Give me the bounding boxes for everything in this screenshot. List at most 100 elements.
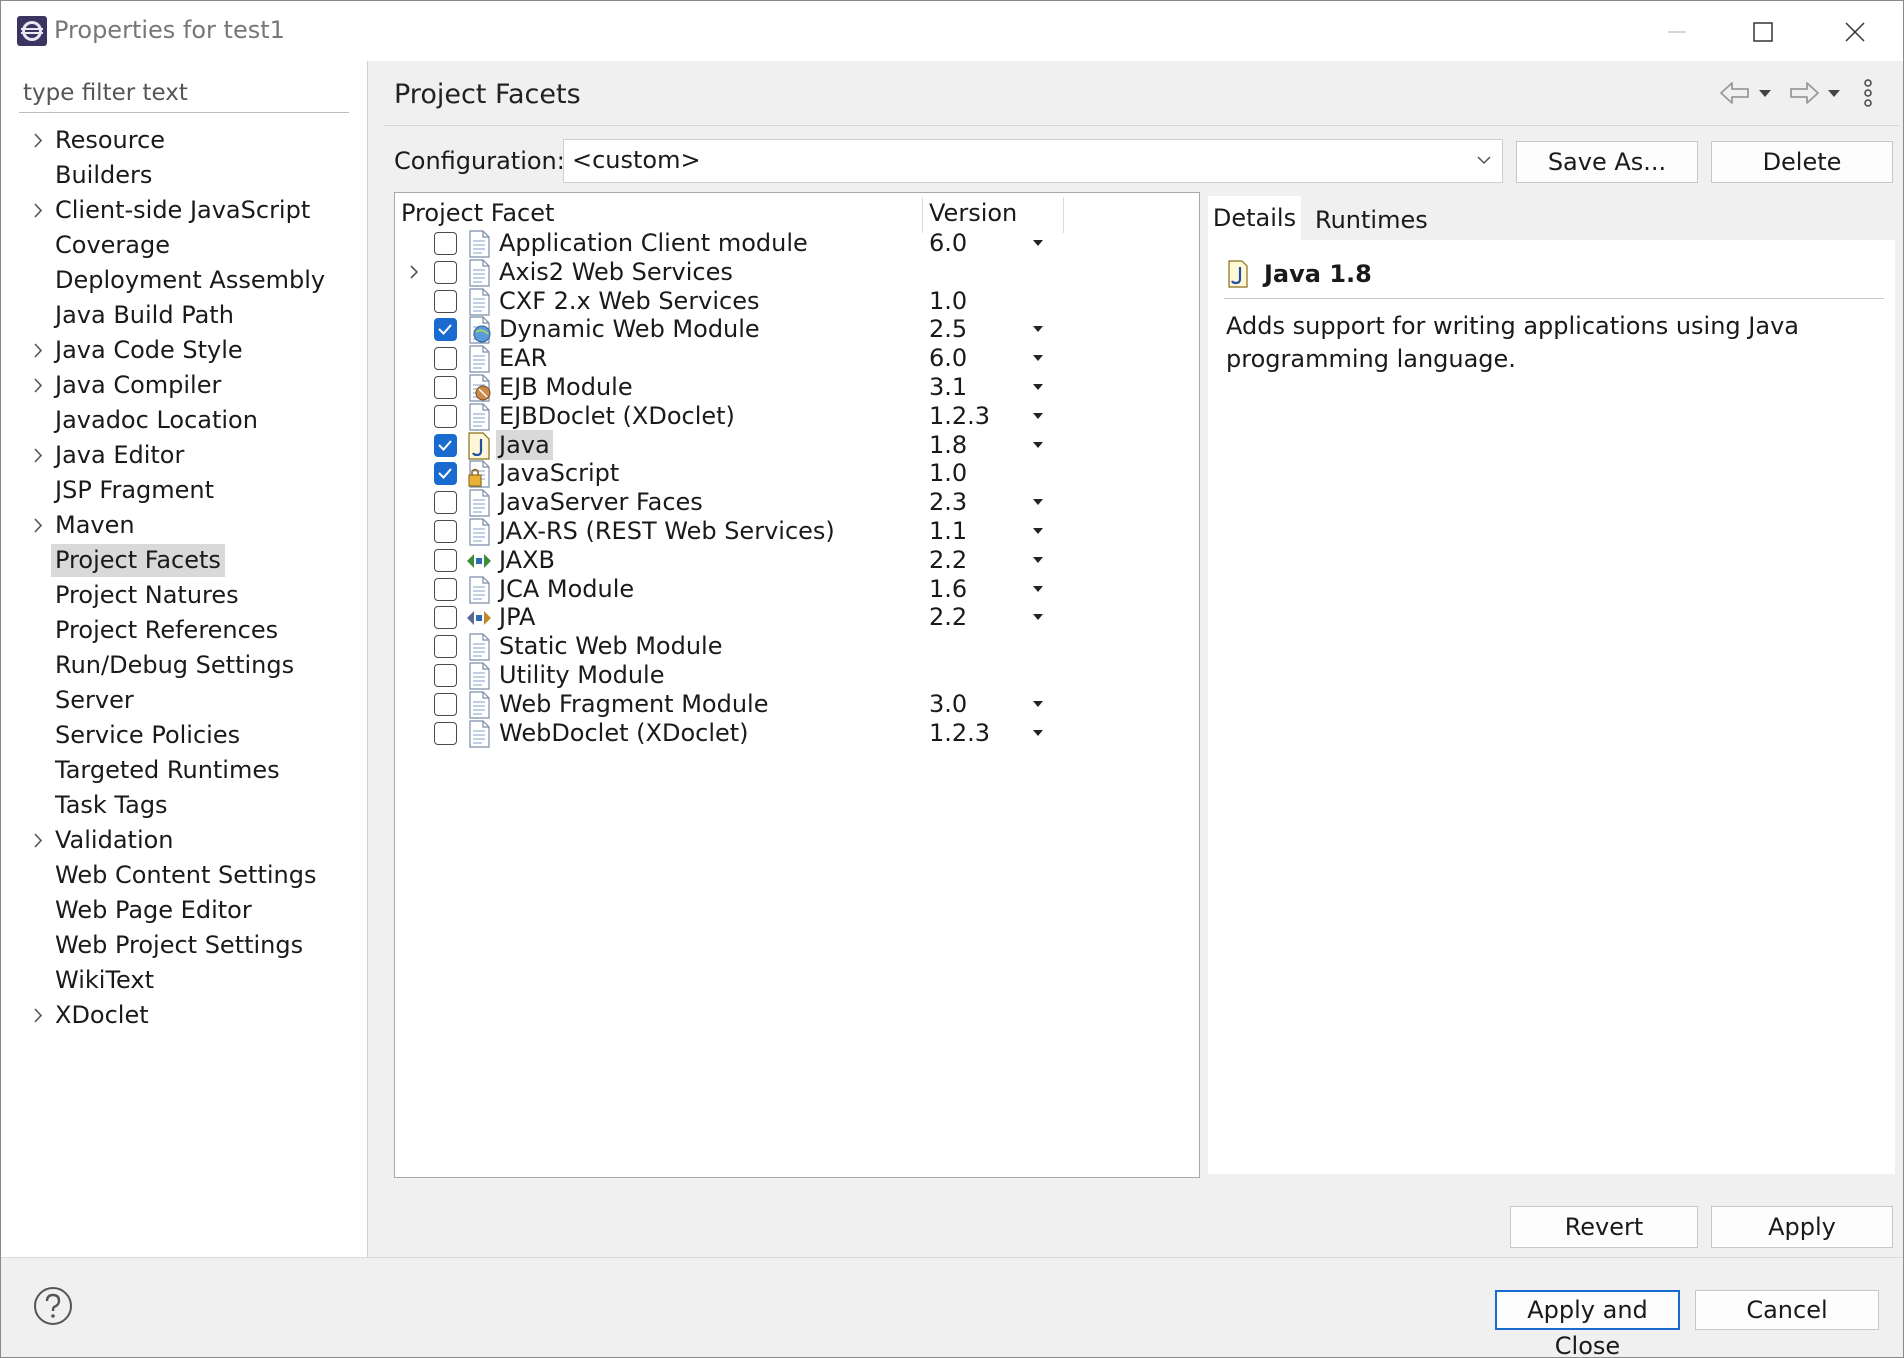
sidebar-item[interactable]: Javadoc Location (1, 403, 367, 438)
dropdown-arrow-icon[interactable] (1031, 440, 1045, 450)
chevron-right-icon[interactable] (29, 998, 47, 1033)
dropdown-arrow-icon[interactable] (1031, 353, 1045, 363)
apply-button[interactable]: Apply (1711, 1206, 1893, 1248)
sidebar-item[interactable]: Targeted Runtimes (1, 753, 367, 788)
view-menu-icon[interactable] (1860, 77, 1876, 109)
facet-checkbox[interactable] (434, 376, 457, 399)
facet-version[interactable]: 1.8 (929, 430, 967, 460)
sidebar-item[interactable]: Java Editor (1, 438, 367, 473)
facet-version[interactable]: 6.0 (929, 228, 967, 258)
dropdown-arrow-icon[interactable] (1031, 382, 1045, 392)
facet-checkbox[interactable] (434, 404, 457, 428)
facet-checkbox[interactable] (434, 318, 457, 342)
dropdown-arrow-icon[interactable] (1031, 555, 1045, 565)
sidebar-item[interactable]: Maven (1, 508, 367, 543)
tab-runtimes[interactable]: Runtimes (1315, 198, 1428, 242)
chevron-right-icon[interactable] (407, 263, 421, 281)
dropdown-arrow-icon[interactable] (1031, 584, 1045, 594)
sidebar-item[interactable]: Validation (1, 823, 367, 858)
dropdown-arrow-icon[interactable] (1031, 324, 1045, 334)
facet-version[interactable]: 1.1 (929, 516, 967, 546)
sidebar-item[interactable]: Project Natures (1, 578, 367, 613)
facet-checkbox[interactable] (434, 520, 457, 543)
back-arrow-icon[interactable] (1718, 77, 1752, 109)
sidebar-item[interactable]: WikiText (1, 963, 367, 998)
sidebar-item[interactable]: Web Content Settings (1, 858, 367, 893)
facet-version[interactable]: 2.5 (929, 314, 967, 344)
facet-version[interactable]: 1.2.3 (929, 718, 990, 748)
sidebar-item[interactable]: Service Policies (1, 718, 367, 753)
chevron-right-icon[interactable] (29, 508, 47, 543)
tab-details[interactable]: Details (1208, 196, 1301, 240)
facet-checkbox[interactable] (434, 260, 457, 284)
cancel-button[interactable]: Cancel (1695, 1290, 1879, 1330)
facet-checkbox[interactable] (434, 433, 457, 457)
maximize-button[interactable] (1723, 11, 1803, 53)
help-icon[interactable] (33, 1286, 73, 1326)
sidebar-item[interactable]: Server (1, 683, 367, 718)
sidebar-item[interactable]: Resource (1, 123, 367, 158)
facet-checkbox[interactable] (434, 462, 457, 486)
sidebar-item[interactable]: JSP Fragment (1, 473, 367, 508)
facet-checkbox[interactable] (434, 721, 457, 745)
sidebar-item[interactable]: Client-side JavaScript (1, 193, 367, 228)
sidebar-item[interactable]: Builders (1, 158, 367, 193)
dropdown-arrow-icon[interactable] (1031, 411, 1045, 421)
facet-checkbox[interactable] (434, 635, 457, 659)
facet-checkbox[interactable] (434, 491, 457, 515)
dropdown-arrow-icon[interactable] (1031, 238, 1045, 248)
dropdown-arrow-icon[interactable] (1031, 497, 1045, 507)
close-button[interactable] (1815, 11, 1895, 53)
chevron-right-icon[interactable] (29, 123, 47, 158)
facet-row[interactable]: WebDoclet (XDoclet) 1.2.3 (395, 716, 1195, 751)
facet-version[interactable]: 3.0 (929, 689, 967, 719)
apply-and-close-button[interactable]: Apply and Close (1495, 1290, 1680, 1357)
dropdown-arrow-icon[interactable] (1031, 728, 1045, 738)
chevron-right-icon[interactable] (29, 438, 47, 473)
facet-checkbox[interactable] (434, 289, 457, 313)
facet-version[interactable]: 2.2 (929, 545, 967, 575)
delete-button[interactable]: Delete (1711, 141, 1893, 183)
sidebar-item[interactable]: Task Tags (1, 788, 367, 823)
column-header-facet[interactable]: Project Facet (401, 199, 554, 227)
sidebar-item[interactable]: Web Page Editor (1, 893, 367, 928)
sidebar-item[interactable]: Project References (1, 613, 367, 648)
sidebar-item[interactable]: Java Code Style (1, 333, 367, 368)
sidebar-item[interactable]: Project Facets (1, 543, 367, 578)
facet-checkbox[interactable] (434, 692, 457, 716)
dropdown-arrow-icon[interactable] (1031, 612, 1045, 622)
sidebar-item[interactable]: Java Build Path (1, 298, 367, 333)
sidebar-item[interactable]: Java Compiler (1, 368, 367, 403)
dropdown-arrow-icon[interactable] (1031, 699, 1045, 709)
sidebar-item[interactable]: Deployment Assembly (1, 263, 367, 298)
configuration-select[interactable]: <custom> (563, 139, 1503, 183)
column-header-version[interactable]: Version (929, 199, 1017, 227)
back-dropdown-icon[interactable] (1756, 77, 1774, 109)
chevron-right-icon[interactable] (29, 333, 47, 368)
facet-version[interactable]: 3.1 (929, 372, 967, 402)
forward-dropdown-icon[interactable] (1825, 77, 1843, 109)
revert-button[interactable]: Revert (1510, 1206, 1698, 1248)
facet-version[interactable]: 2.3 (929, 487, 967, 517)
facet-checkbox[interactable] (434, 577, 457, 601)
sidebar-item[interactable]: Run/Debug Settings (1, 648, 367, 683)
sidebar-item[interactable]: Coverage (1, 228, 367, 263)
facet-checkbox[interactable] (434, 606, 457, 630)
filter-input[interactable] (19, 73, 349, 113)
sidebar-item[interactable]: XDoclet (1, 998, 367, 1033)
facet-checkbox[interactable] (434, 664, 457, 687)
minimize-button[interactable] (1637, 11, 1717, 53)
facet-checkbox[interactable] (434, 548, 457, 572)
facet-checkbox[interactable] (434, 347, 457, 371)
facet-version[interactable]: 2.2 (929, 602, 967, 632)
chevron-right-icon[interactable] (29, 823, 47, 858)
facet-version[interactable]: 6.0 (929, 343, 967, 373)
dropdown-arrow-icon[interactable] (1031, 526, 1045, 536)
chevron-right-icon[interactable] (29, 193, 47, 228)
forward-arrow-icon[interactable] (1787, 77, 1821, 109)
sidebar-item[interactable]: Web Project Settings (1, 928, 367, 963)
save-as-button[interactable]: Save As... (1516, 141, 1698, 183)
facet-checkbox[interactable] (434, 232, 457, 255)
chevron-right-icon[interactable] (29, 368, 47, 403)
facet-version[interactable]: 1.6 (929, 574, 967, 604)
